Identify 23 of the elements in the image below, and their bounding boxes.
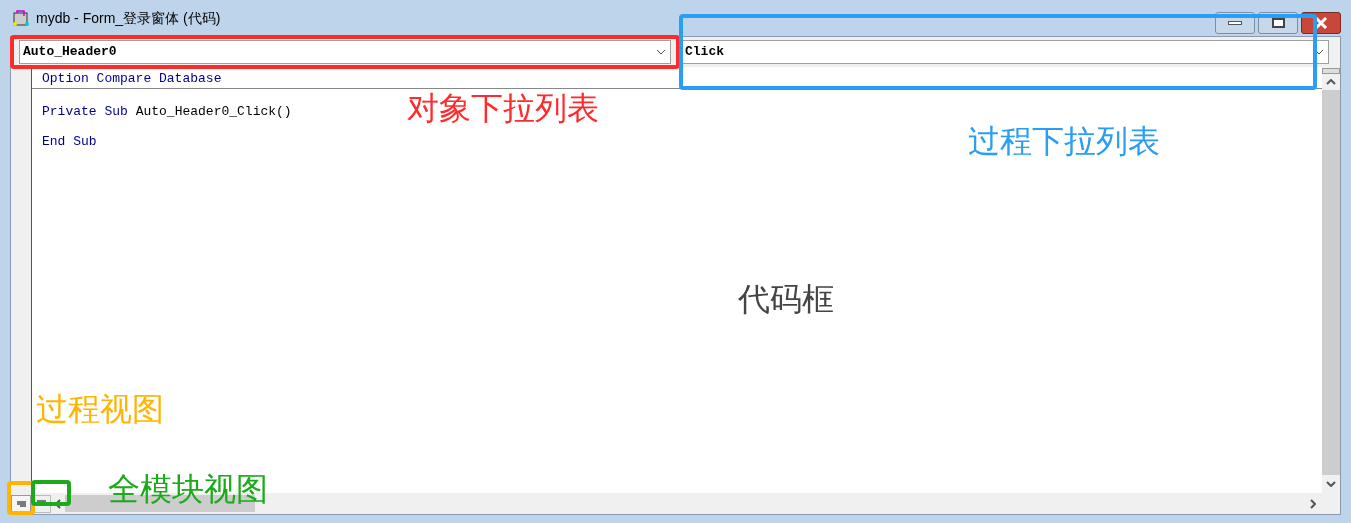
annotation-label: 过程下拉列表 (968, 125, 1160, 157)
scroll-right-icon[interactable] (1310, 498, 1316, 509)
annotation-label: 对象下拉列表 (407, 92, 599, 124)
scroll-left-icon[interactable] (55, 498, 61, 509)
caret-icon (656, 49, 666, 55)
code-line: End Sub (42, 134, 97, 149)
scroll-down-icon[interactable] (1326, 481, 1336, 487)
code-line: Option Compare Database (42, 71, 222, 86)
highlight-frame (31, 480, 71, 506)
procedure-dropdown[interactable]: Click (681, 40, 1329, 64)
procedure-view-button[interactable] (11, 494, 31, 513)
caret-icon (1314, 49, 1324, 55)
code-window-icon (12, 9, 30, 27)
scroll-up-icon[interactable] (1326, 79, 1336, 85)
lines-icon (16, 500, 26, 507)
highlight-frame (7, 481, 35, 515)
close-icon (1314, 17, 1328, 29)
window-title: mydb - Form_登录窗体 (代码) (36, 8, 221, 28)
split-bar-handle[interactable] (1322, 68, 1340, 74)
annotation-label: 代码框 (738, 283, 834, 315)
annotation-label: 过程视图 (36, 393, 164, 425)
code-line: Private Sub Auto_Header0_Click() (42, 104, 292, 119)
object-dropdown[interactable]: Auto_Header0 (19, 40, 671, 64)
